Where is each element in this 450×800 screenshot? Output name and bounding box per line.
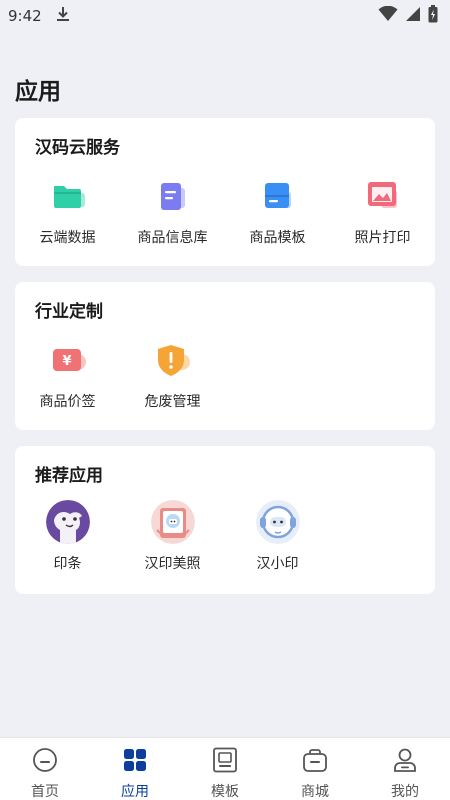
app-item-price-tag[interactable]: ¥ 商品价签 xyxy=(15,338,120,411)
app-item-photo-print[interactable]: 照片打印 xyxy=(330,174,435,247)
app-item-yintiao[interactable]: 印条 xyxy=(15,500,120,573)
item-label: 汉小印 xyxy=(256,556,299,572)
nav-apps[interactable]: 应用 xyxy=(90,738,180,800)
nav-templates[interactable]: 模板 xyxy=(180,738,270,800)
hanxiaoyin-app-icon xyxy=(255,500,300,544)
page-title: 应用 xyxy=(15,79,61,105)
app-item-product-info[interactable]: 商品信息库 xyxy=(120,174,225,247)
svg-text:¥: ¥ xyxy=(62,354,71,369)
section-title: 行业定制 xyxy=(35,302,103,322)
nav-label: 我的 xyxy=(391,784,419,800)
nav-label: 商城 xyxy=(301,784,329,800)
template-nav-icon xyxy=(212,747,238,777)
item-label: 商品模板 xyxy=(249,230,306,246)
wifi-icon xyxy=(378,5,398,26)
yintiao-app-icon xyxy=(45,500,90,544)
photo-icon xyxy=(361,174,405,218)
bottom-nav: 首页 应用 模板 商城 我的 xyxy=(0,737,450,800)
folder-icon xyxy=(46,174,90,218)
status-time: 9:42 xyxy=(8,7,42,25)
apps-icon xyxy=(122,747,148,777)
nav-label: 首页 xyxy=(31,784,59,800)
nav-shop[interactable]: 商城 xyxy=(270,738,360,800)
document-icon xyxy=(151,174,195,218)
nav-profile[interactable]: 我的 xyxy=(360,738,450,800)
item-label: 汉印美照 xyxy=(144,556,201,572)
cloud-services-card: 汉码云服务 云端数据 商品信息库 商品模板 照片打印 xyxy=(15,118,435,266)
battery-icon xyxy=(428,5,438,27)
warning-shield-icon xyxy=(151,338,195,382)
meizhao-app-icon xyxy=(150,500,195,544)
app-item-meizhao[interactable]: 汉印美照 xyxy=(120,500,225,573)
app-item-hazardous-waste[interactable]: 危废管理 xyxy=(120,338,225,411)
download-icon xyxy=(56,6,70,26)
status-bar: 9:42 xyxy=(0,0,450,32)
price-tag-icon: ¥ xyxy=(46,338,90,382)
section-title: 推荐应用 xyxy=(35,466,103,486)
app-item-hanxiaoyin[interactable]: 汉小印 xyxy=(225,500,330,573)
section-title: 汉码云服务 xyxy=(35,138,120,158)
item-label: 云端数据 xyxy=(39,230,96,246)
signal-icon xyxy=(405,6,421,26)
nav-home[interactable]: 首页 xyxy=(0,738,90,800)
nav-label: 应用 xyxy=(121,784,149,800)
profile-icon xyxy=(392,747,418,777)
item-label: 印条 xyxy=(53,556,82,572)
recommended-apps-card: 推荐应用 印条 汉印美照 汉小印 xyxy=(15,446,435,594)
industry-custom-card: 行业定制 ¥ 商品价签 危废管理 xyxy=(15,282,435,430)
shop-icon xyxy=(302,747,328,777)
home-icon xyxy=(32,747,58,777)
app-item-cloud-data[interactable]: 云端数据 xyxy=(15,174,120,247)
item-label: 商品信息库 xyxy=(137,230,208,246)
item-label: 商品价签 xyxy=(39,394,96,410)
nav-label: 模板 xyxy=(211,784,239,800)
item-label: 危废管理 xyxy=(144,394,201,410)
template-icon xyxy=(256,174,300,218)
app-item-product-template[interactable]: 商品模板 xyxy=(225,174,330,247)
item-label: 照片打印 xyxy=(354,230,411,246)
